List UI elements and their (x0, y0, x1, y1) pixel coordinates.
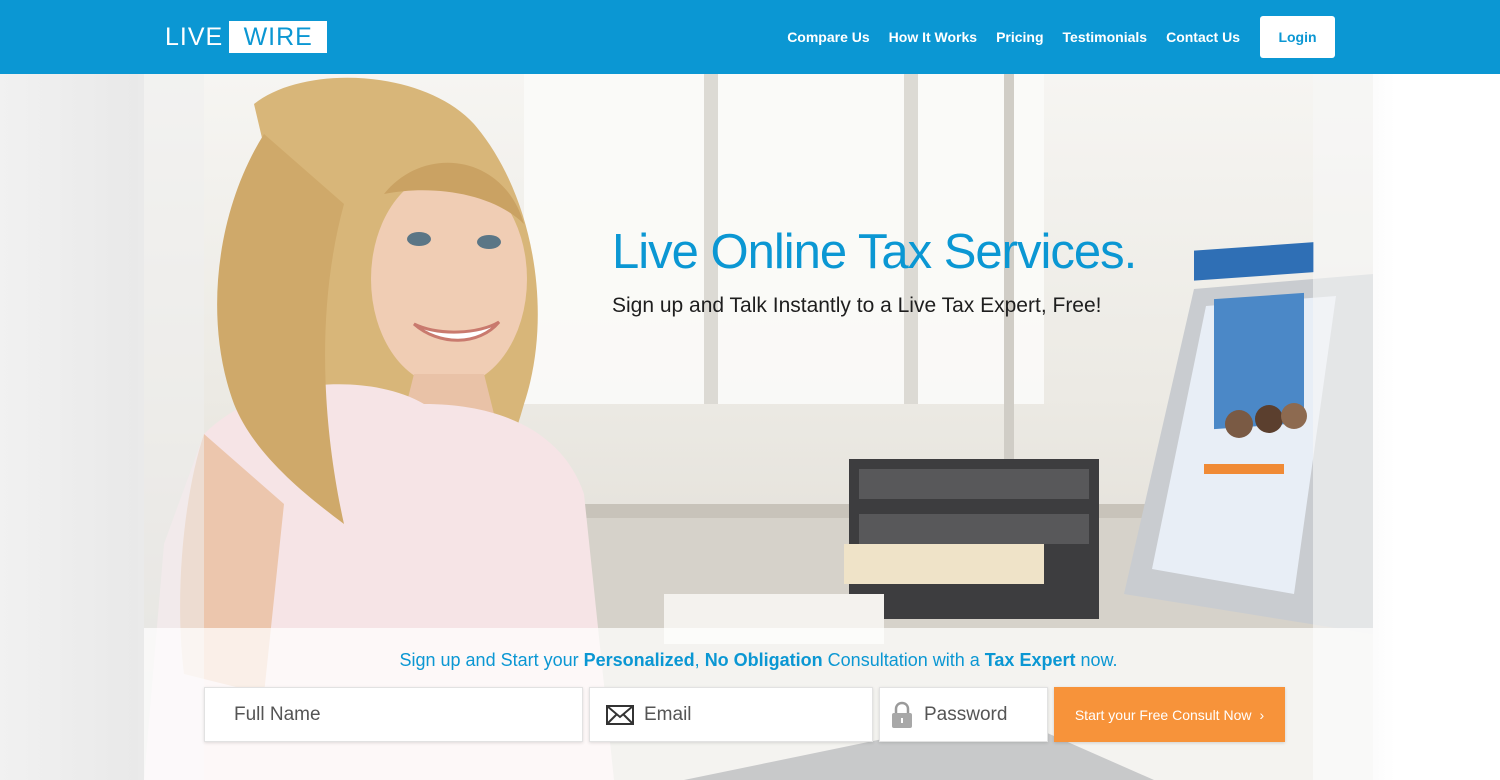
hero-subheadline: Sign up and Talk Instantly to a Live Tax… (612, 294, 1102, 317)
nav-compare-us[interactable]: Compare Us (787, 29, 869, 45)
email-field-wrapper (589, 687, 873, 742)
cta-label: Start your Free Consult Now (1074, 706, 1252, 723)
signup-form: Sign up and Start your Personalized, No … (144, 628, 1373, 780)
nav-how-it-works[interactable]: How It Works (889, 29, 977, 45)
nav-testimonials[interactable]: Testimonials (1063, 29, 1148, 45)
tagline-text-4: now. (1075, 650, 1118, 670)
start-free-consult-button[interactable]: Start your Free Consult Now › (1054, 687, 1285, 742)
logo-live-text: LIVE (165, 23, 224, 51)
chevron-right-icon: › (1259, 706, 1265, 723)
hero-headline: Live Online Tax Services. (612, 225, 1137, 279)
nav-pricing[interactable]: Pricing (996, 29, 1043, 45)
lock-icon (890, 701, 914, 729)
tagline-text-1: Sign up and Start your (399, 650, 584, 670)
main-nav: Compare Us How It Works Pricing Testimon… (787, 0, 1240, 74)
top-navbar: LIVE WIRE Compare Us How It Works Pricin… (0, 0, 1500, 74)
envelope-icon (606, 704, 634, 725)
login-button[interactable]: Login (1260, 16, 1335, 58)
tagline-text-3: Consultation with a (822, 650, 985, 670)
hero-section: Live Online Tax Services. Sign up and Ta… (0, 74, 1500, 780)
logo-wire-text: WIRE (229, 21, 328, 53)
full-name-input[interactable] (234, 688, 582, 741)
nav-contact-us[interactable]: Contact Us (1166, 29, 1240, 45)
full-name-field-wrapper (204, 687, 583, 742)
tagline-tax-expert: Tax Expert (984, 650, 1076, 670)
email-input[interactable] (644, 688, 872, 741)
signup-tagline: Sign up and Start your Personalized, No … (144, 650, 1373, 671)
livewire-logo[interactable]: LIVE WIRE (165, 21, 328, 53)
tagline-no-obligation: No Obligation (704, 650, 823, 670)
tagline-personalized: Personalized (583, 650, 695, 670)
tagline-text-2: , (694, 650, 705, 670)
password-input[interactable] (924, 688, 1047, 741)
password-field-wrapper (879, 687, 1048, 742)
